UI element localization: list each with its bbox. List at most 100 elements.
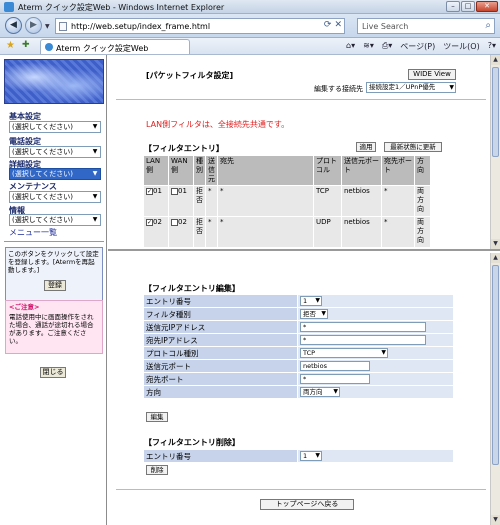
direction-cell: 両方向 (414, 216, 431, 248)
direction-label: 方向 (143, 385, 298, 399)
select-maintenance[interactable]: (選択してください) ▼ (9, 191, 101, 203)
protocol-cell: TCP (313, 185, 342, 217)
select-value: 拒否 (303, 310, 316, 318)
page-menu[interactable]: ページ(P) (400, 41, 435, 52)
chevron-down-icon: ▼ (92, 123, 98, 130)
col-type: 種別 (193, 155, 206, 186)
browser-tab[interactable]: Aterm クイック設定Web (40, 39, 190, 54)
recent-pages-dropdown[interactable]: ▼ (45, 23, 50, 30)
divider (116, 489, 486, 490)
select-value: 1 (303, 452, 308, 460)
register-button[interactable]: 登録 (44, 280, 66, 291)
refresh-button[interactable]: 最新状態に更新 (384, 142, 442, 152)
connection-label: 編集する接続先 (314, 85, 363, 93)
dst-port-label: 宛先ポート (143, 372, 298, 386)
select-value: 両方向 (303, 388, 323, 396)
connection-select[interactable]: 接続設定1／UPnP優先 ▼ (366, 82, 456, 93)
delete-button[interactable]: 削除 (146, 465, 168, 475)
favorites-star-icon[interactable]: ★ (6, 40, 15, 51)
edit-form: エントリ番号 1 ▼ フィルタ種別 拒否 ▼ 送信元IPアドレス * 宛先IPアドレ… (143, 294, 454, 399)
back-to-top-button[interactable]: トップページへ戻る (260, 499, 354, 510)
select-phone[interactable]: (選択してください) ▼ (9, 146, 101, 158)
col-src-port: 送信元ポート (341, 155, 382, 186)
entries-title: 【フィルタエントリ】 (144, 144, 224, 153)
src-ip-input[interactable]: * (300, 322, 426, 332)
scroll-up-arrow-icon[interactable]: ▲ (491, 253, 500, 263)
maximize-button[interactable]: □ (461, 1, 475, 12)
select-value: (選択してください) (12, 170, 74, 178)
lan-checkbox[interactable]: ✓ (146, 218, 153, 226)
address-bar: ◀ ▶ ▼ http://web.setup/index_frame.html … (0, 14, 500, 38)
bottom-frame-scrollbar[interactable]: ▲ ▼ (490, 253, 500, 525)
scroll-up-arrow-icon[interactable]: ▲ (491, 55, 500, 65)
select-value: 1 (303, 297, 308, 305)
select-info[interactable]: (選択してください) ▼ (9, 214, 101, 226)
dst-port-input[interactable]: * (300, 374, 370, 384)
chevron-down-icon: ▼ (381, 349, 386, 356)
help-icon[interactable]: ?▾ (488, 41, 496, 52)
back-button[interactable]: ◀ (5, 17, 22, 34)
tab-icon (45, 43, 53, 51)
search-icon[interactable]: ⌕ (485, 20, 491, 31)
menu-list-link[interactable]: メニュー一覧 (9, 227, 57, 238)
url-text: http://web.setup/index_frame.html (71, 22, 211, 31)
src-port-input[interactable]: netbios (300, 361, 370, 371)
feeds-icon[interactable]: ≋▾ (363, 41, 374, 52)
col-direction: 方向 (414, 155, 431, 186)
edit-button[interactable]: 編集 (146, 412, 168, 422)
direction-select[interactable]: 両方向 ▼ (300, 387, 340, 397)
wan-cell: 02 (168, 216, 194, 248)
dst-cell: * (217, 185, 314, 217)
scrollbar-thumb[interactable] (492, 265, 499, 465)
lan-checkbox[interactable]: ✓ (146, 187, 153, 195)
top-frame-scrollbar[interactable]: ▲ ▼ (490, 55, 500, 249)
chevron-down-icon: ▼ (92, 216, 98, 223)
table-row: ✓01 01 拒否 * * TCP netbios * 両方向 (143, 185, 431, 217)
select-advanced[interactable]: (選択してください) ▼ (9, 168, 101, 180)
apply-button[interactable]: 適用 (356, 142, 376, 152)
filter-type-select[interactable]: 拒否 ▼ (300, 309, 328, 319)
type-cell: 拒否 (193, 185, 206, 217)
src-port-cell: netbios (341, 185, 382, 217)
wan-cell: 01 (168, 185, 194, 217)
delete-entry-number-select[interactable]: 1 ▼ (300, 451, 322, 461)
filter-entry-table: LAN側 WAN側 種別 送信元 宛先 プロトコル 送信元ポート 宛先ポート 方… (143, 155, 431, 248)
home-icon[interactable]: ⌂▾ (346, 41, 355, 52)
src-cell: * (205, 185, 218, 217)
sidebar-frame: 基本設定 (選択してください) ▼ 電話設定 (選択してください) ▼ 詳細設定 (… (0, 55, 107, 525)
col-dst: 宛先 (217, 155, 314, 186)
scrollbar-thumb[interactable] (492, 67, 499, 157)
tools-menu[interactable]: ツール(O) (443, 41, 480, 52)
select-basic[interactable]: (選択してください) ▼ (9, 121, 101, 133)
add-favorites-icon[interactable]: ✚ (22, 40, 30, 50)
print-icon[interactable]: ⎙▾ (382, 41, 392, 52)
table-row: ✓02 02 拒否 * * UDP netbios * 両方向 (143, 216, 431, 248)
close-window-button[interactable]: ✕ (476, 1, 498, 12)
wide-view-button[interactable]: WIDE View (408, 69, 456, 80)
chevron-down-icon: ▼ (92, 170, 98, 177)
select-value: (選択してください) (12, 216, 74, 224)
chevron-down-icon: ▼ (92, 148, 98, 155)
chevron-down-icon: ▼ (333, 388, 338, 395)
chevron-down-icon: ▼ (315, 452, 320, 459)
dst-cell: * (217, 216, 314, 248)
wan-checkbox[interactable] (171, 187, 178, 195)
minimize-button[interactable]: – (446, 1, 460, 12)
select-value: TCP (303, 349, 316, 357)
src-port-label: 送信元ポート (143, 359, 298, 373)
caution-title: <ご注意> (9, 303, 40, 311)
stop-icon[interactable]: ✕ (334, 20, 342, 30)
entry-number-select[interactable]: 1 ▼ (300, 296, 322, 306)
scroll-down-arrow-icon[interactable]: ▼ (491, 239, 500, 249)
refresh-icon[interactable]: ⟳ (324, 20, 332, 30)
scroll-down-arrow-icon[interactable]: ▼ (491, 515, 500, 525)
protocol-select[interactable]: TCP ▼ (300, 348, 388, 358)
forward-button[interactable]: ▶ (25, 17, 42, 34)
wan-checkbox[interactable] (171, 218, 178, 226)
protocol-cell: UDP (313, 216, 342, 248)
close-button[interactable]: 閉じる (40, 367, 66, 378)
search-input[interactable]: Live Search ⌕ (357, 18, 495, 34)
dst-ip-input[interactable]: * (300, 335, 426, 345)
url-input[interactable]: http://web.setup/index_frame.html ⟳ ✕ (55, 18, 345, 34)
chevron-down-icon: ▼ (321, 310, 326, 317)
